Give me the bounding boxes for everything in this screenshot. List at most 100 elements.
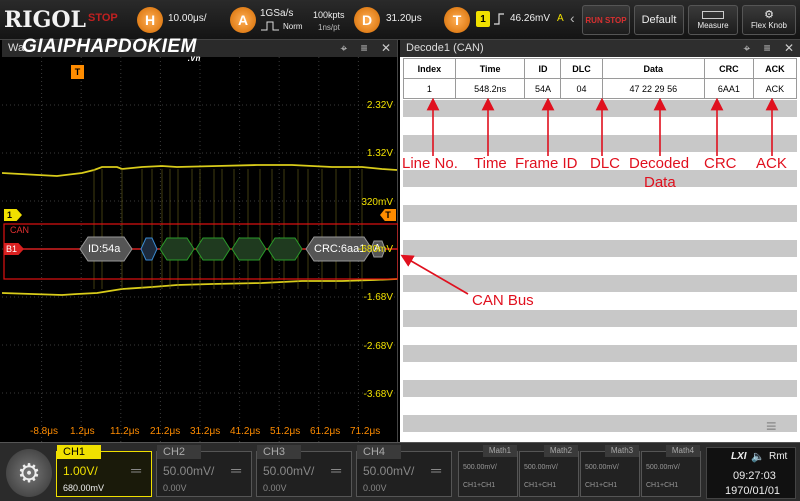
acquire-menu-button[interactable]: A (230, 7, 256, 33)
cursor-icon[interactable]: ⌖ (743, 41, 750, 55)
vertical-scale-label: -680mV (357, 244, 393, 255)
table-cell: 04 (560, 78, 603, 99)
speaker-icon[interactable]: 🔈 (751, 450, 765, 463)
vertical-scale-label: -1.68V (363, 292, 393, 303)
channel-scale: 50.00mV/ (363, 464, 415, 478)
math-scale: 500.00mV/ (646, 464, 680, 471)
channel-1-box[interactable]: CH1 1.00V/680.00mV ═ (56, 445, 152, 497)
math-scale: 500.00mV/ (585, 464, 619, 471)
navigation-gear-icon[interactable]: ⚙ (6, 449, 52, 497)
channel-tab[interactable]: CH3 (257, 445, 301, 459)
table-cell: 54A (524, 78, 562, 99)
measure-label: Measure (697, 20, 729, 30)
decode-frame-data2 (195, 237, 231, 261)
watermark-logo: GIAIPHAPDOKIEM .vn (22, 36, 200, 63)
channel-2-box[interactable]: CH2 50.00mV/0.00V ═ (156, 445, 252, 497)
annotation-dlc: DLC (590, 155, 621, 172)
measure-button[interactable]: Measure (688, 5, 738, 35)
math-2-box[interactable]: Math2 500.00mV/CH1+CH1 (519, 445, 579, 497)
brand-logo: RIGOL (4, 7, 86, 33)
flex-knob-button[interactable]: ⚙ Flex Knob (742, 5, 796, 35)
column-header[interactable]: ID (524, 58, 562, 79)
table-row[interactable]: 1 548.2ns 54A 04 47 22 29 56 6AA1 ACK (403, 78, 798, 99)
cursor-icon[interactable]: ⌖ (340, 41, 347, 55)
math-expression: CH1+CH1 (524, 482, 557, 489)
memory-depth: 100kpts (313, 10, 345, 20)
annotation-arrows (426, 98, 779, 156)
table-scroll-icon[interactable]: ≡ (766, 416, 777, 437)
channel-coupling-icon: ═ (431, 462, 441, 478)
math-expression: CH1+CH1 (463, 482, 496, 489)
scroll-left-icon[interactable]: ‹ (570, 10, 575, 26)
table-cell: 548.2ns (454, 78, 526, 99)
channel-coupling-icon: ═ (231, 462, 241, 478)
math-3-box[interactable]: Math3 500.00mV/CH1+CH1 (580, 445, 640, 497)
horizontal-menu-button[interactable]: H (137, 7, 163, 33)
table-cell: 47 22 29 56 (601, 78, 706, 99)
run-stop-button[interactable]: RUN STOP (582, 5, 630, 35)
knob-icon: ⚙ (764, 9, 774, 21)
trigger-coupling: A (557, 13, 564, 24)
channel-offset: 0.00V (363, 483, 387, 493)
time-resolution: 1ns/pt (318, 23, 340, 32)
math-4-box[interactable]: Math4 500.00mV/CH1+CH1 (641, 445, 701, 497)
annotation-crc: CRC (704, 155, 737, 172)
channel-coupling-icon: ═ (331, 462, 341, 478)
annotation-decoded: Decoded (629, 155, 690, 172)
vertical-scale-label: -2.68V (363, 341, 393, 352)
column-header[interactable]: ACK (752, 58, 798, 79)
run-status-indicator[interactable]: STOP (88, 12, 118, 24)
annotation-ack: ACK (756, 155, 787, 172)
math-1-box[interactable]: Math1 500.00mV/CH1+CH1 (458, 445, 518, 497)
vertical-scale-label: -3.68V (363, 389, 393, 400)
column-header[interactable]: Time (454, 58, 526, 79)
table-cell: 6AA1 (704, 78, 754, 99)
annotation-frame-id: Frame ID (515, 155, 578, 172)
trigger-position-marker[interactable]: T (71, 65, 84, 79)
menu-icon[interactable]: ≡ (361, 41, 368, 55)
channel-tab[interactable]: CH4 (357, 445, 401, 459)
decode-frame-data1 (159, 237, 195, 261)
channel-tab[interactable]: CH2 (157, 445, 201, 459)
lxi-icon: LXI (731, 451, 747, 462)
channel-4-box[interactable]: CH4 50.00mV/0.00V ═ (356, 445, 452, 497)
math-expression: CH1+CH1 (646, 482, 679, 489)
menu-icon[interactable]: ≡ (764, 41, 771, 55)
time-axis-tick-label: 41.2μs (230, 426, 261, 437)
decode-frame-dlc (140, 237, 158, 261)
time-axis-tick-label: 21.2μs (150, 426, 181, 437)
channel-offset: 0.00V (263, 483, 287, 493)
default-button[interactable]: Default (634, 5, 684, 35)
close-icon[interactable]: ✕ (381, 41, 391, 55)
math-tab[interactable]: Math4 (666, 445, 700, 457)
time-axis-tick-label: 1.2μs (70, 426, 95, 437)
clock-date: 1970/01/01 (725, 485, 781, 497)
math-scale: 500.00mV/ (463, 464, 497, 471)
table-cell: ACK (752, 78, 798, 99)
math-tab[interactable]: Math1 (483, 445, 517, 457)
column-header[interactable]: DLC (560, 58, 603, 79)
decode-title: Decode1 (CAN) (406, 42, 484, 54)
delay-menu-button[interactable]: D (354, 7, 380, 33)
channel-scale: 1.00V/ (63, 464, 98, 478)
waveform-window[interactable]: Wa ⌖ ≡ ✕ T 1 T CAN B1 ID:54a CRC:6aa1 A … (2, 40, 398, 442)
channel-3-box[interactable]: CH3 50.00mV/0.00V ═ (256, 445, 352, 497)
watermark-text: GIAIPHAPDOKIEM (22, 36, 197, 57)
time-axis-tick-label: 11.2μs (110, 426, 140, 437)
math-tab[interactable]: Math2 (544, 445, 578, 457)
status-area: LXI 🔈 Rmt 09:27:03 1970/01/01 (706, 447, 796, 499)
channel-scale: 50.00mV/ (163, 464, 215, 478)
column-header[interactable]: Index (403, 58, 456, 79)
math-expression: CH1+CH1 (585, 482, 618, 489)
vertical-scale-label: 320mV (361, 197, 393, 208)
math-tab[interactable]: Math3 (605, 445, 639, 457)
run-stop-label: RUN STOP (585, 15, 627, 25)
column-header[interactable]: CRC (704, 58, 754, 79)
decode-header: Decode1 (CAN) ⌖ ≡ ✕ (400, 40, 800, 57)
trigger-menu-button[interactable]: T (444, 7, 470, 33)
channel-tab[interactable]: CH1 (57, 445, 101, 459)
ruler-icon (702, 10, 724, 19)
decode-table-header: Index Time ID DLC Data CRC ACK (403, 58, 798, 79)
column-header[interactable]: Data (601, 58, 706, 79)
close-icon[interactable]: ✕ (784, 41, 794, 55)
